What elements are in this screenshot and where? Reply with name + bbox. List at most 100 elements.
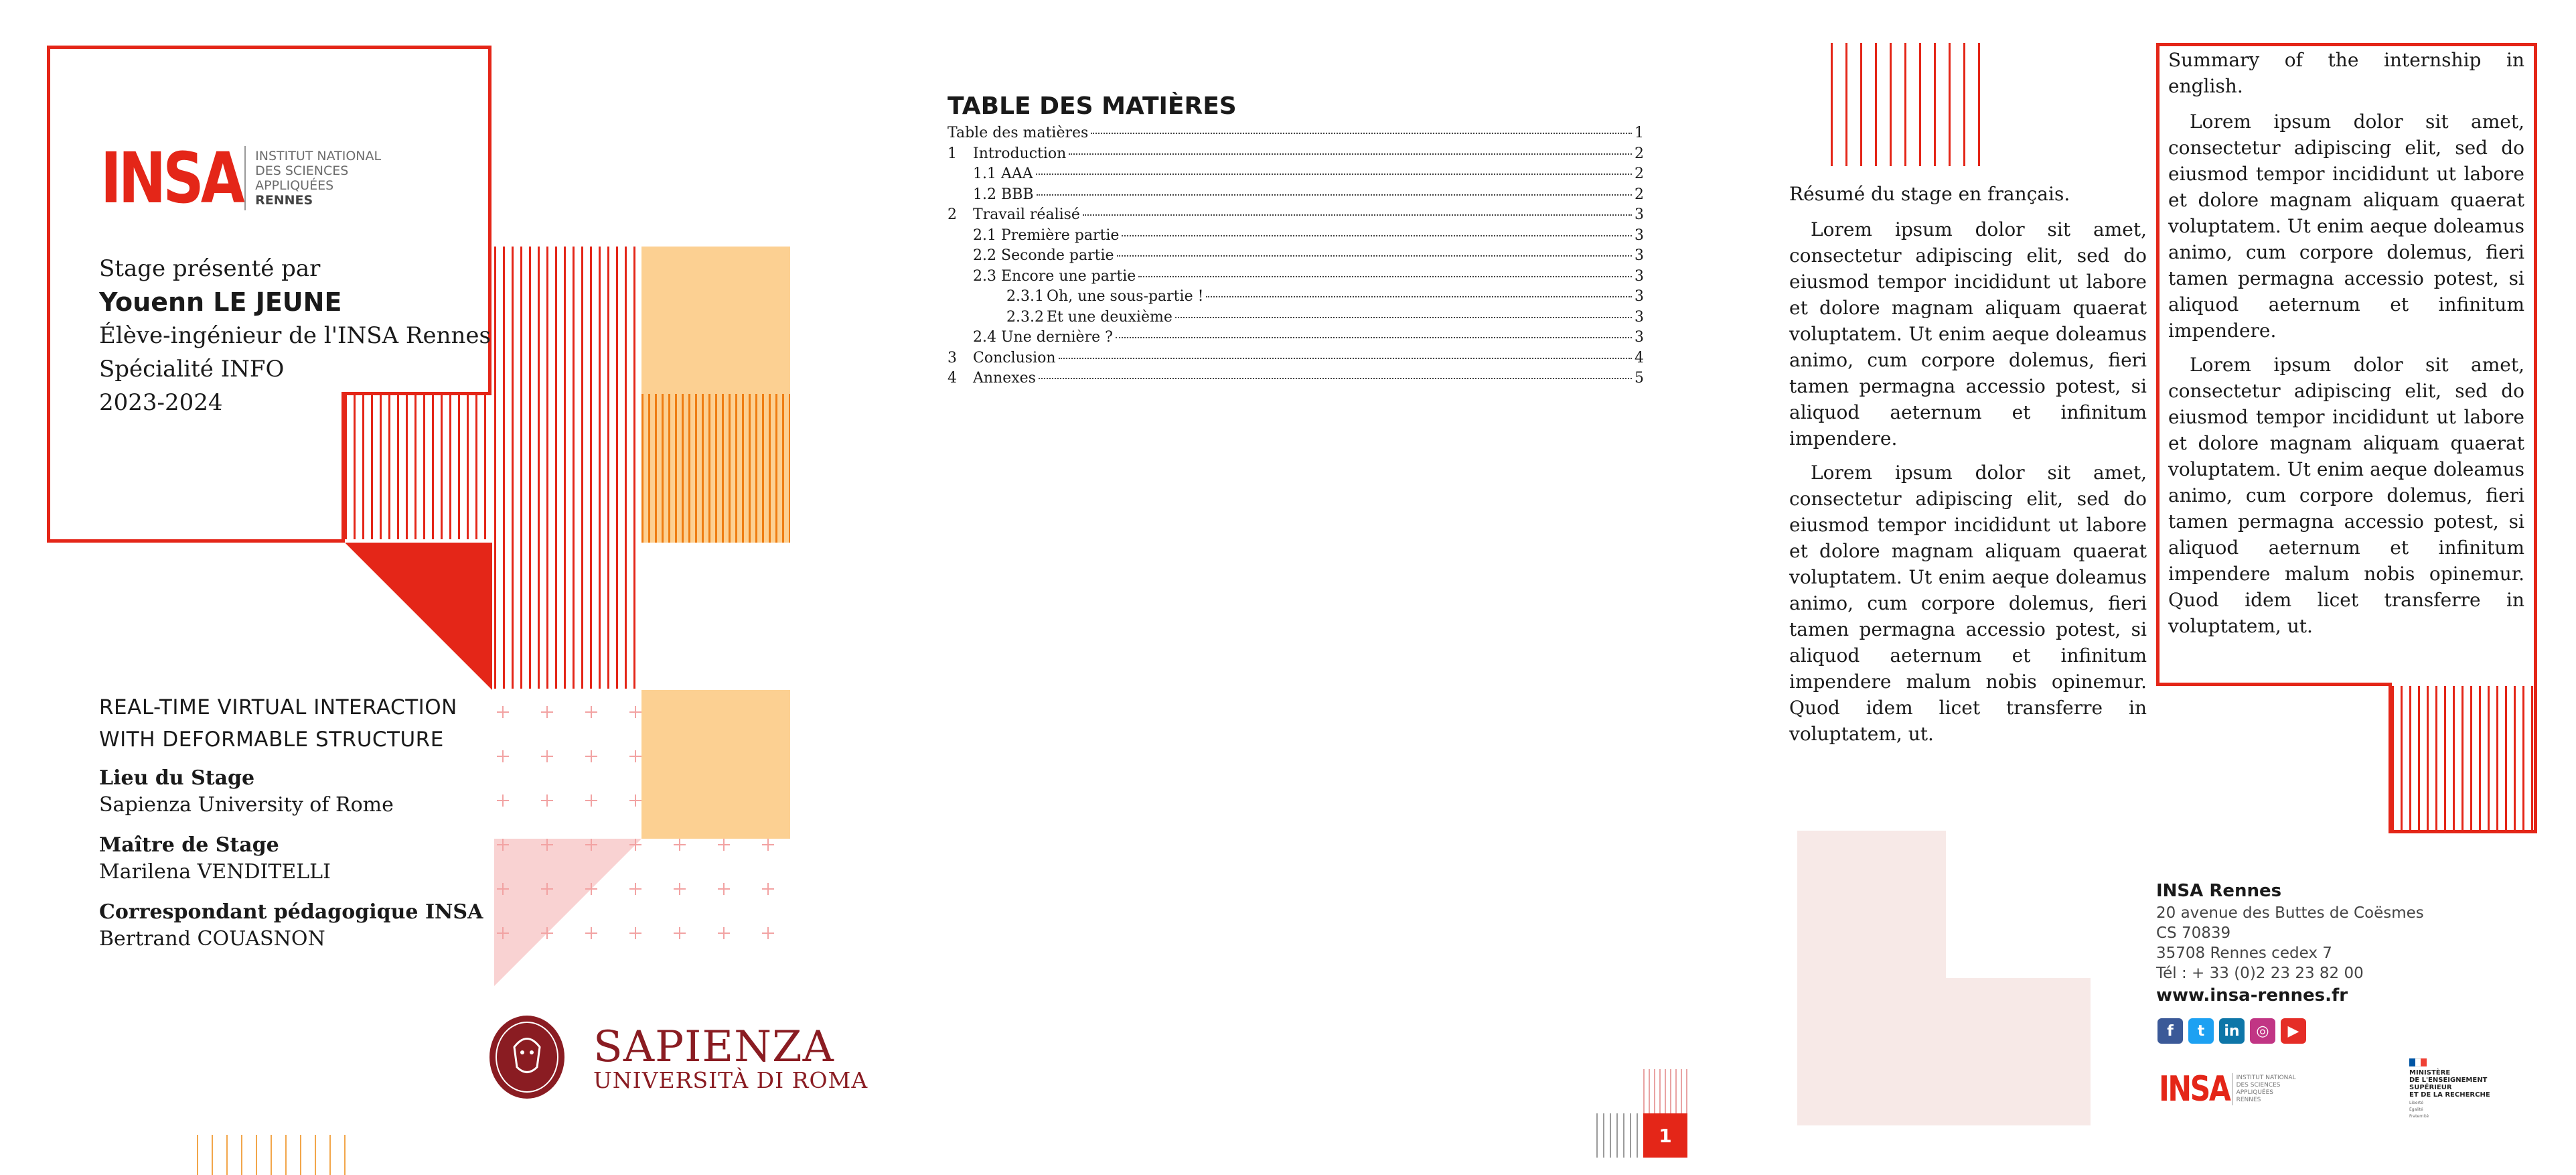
insa-logo-word: INSA bbox=[2159, 1069, 2231, 1109]
plus-mark bbox=[585, 750, 597, 762]
toc-entry[interactable]: 1.1 AAA 2 bbox=[948, 165, 1644, 186]
toc-entry-label: Travail réalisé bbox=[973, 206, 1080, 223]
page-number: 1 bbox=[1643, 1113, 1687, 1158]
plus-mark bbox=[497, 883, 509, 895]
sapienza-seal-icon bbox=[489, 1016, 564, 1099]
blush-block-low bbox=[1946, 978, 2091, 1125]
summary-frame-left bbox=[2156, 43, 2160, 686]
twitter-icon[interactable]: t bbox=[2188, 1018, 2214, 1044]
contact-phone: Tél : + 33 (0)2 23 23 82 00 bbox=[2156, 965, 2364, 982]
plus-mark bbox=[585, 927, 597, 939]
plus-mark bbox=[674, 927, 686, 939]
toc-entry-number: 2.4 bbox=[973, 329, 996, 346]
plus-mark bbox=[629, 839, 641, 851]
toc-dot-leader bbox=[1038, 378, 1632, 379]
toc-entry-label: Seconde partie bbox=[1001, 247, 1114, 264]
plus-mark bbox=[541, 706, 553, 718]
toc-entry-label: AAA bbox=[1001, 165, 1033, 182]
linkedin-icon[interactable]: in bbox=[2219, 1018, 2245, 1044]
resume-paragraph: Lorem ipsum dolor sit amet, consectetur … bbox=[1789, 462, 2147, 745]
toc-entry-number: 2.3.2 bbox=[1006, 308, 1044, 326]
toc-entry-label: Et une deuxième bbox=[1047, 308, 1172, 326]
red-triangle bbox=[345, 543, 492, 690]
contact-website[interactable]: www.insa-rennes.fr bbox=[2156, 983, 2424, 1008]
toc-dot-leader bbox=[1175, 316, 1632, 318]
contact-org: INSA Rennes bbox=[2156, 881, 2282, 901]
toc-entry-label: Une dernière ? bbox=[1001, 329, 1113, 346]
plus-mark bbox=[585, 839, 597, 851]
toc-entry[interactable]: Table des matières 1 bbox=[948, 125, 1644, 145]
toc-dot-leader bbox=[1058, 357, 1632, 359]
toc-entry-page: 3 bbox=[1635, 267, 1644, 285]
plus-mark bbox=[541, 839, 553, 851]
toc-dot-leader bbox=[1069, 153, 1632, 155]
red-stripes-block bbox=[345, 395, 491, 539]
toc-dot-leader bbox=[1091, 133, 1632, 134]
peach-block bbox=[641, 247, 790, 394]
plus-mark bbox=[497, 927, 509, 939]
presentation-block: Stage présenté par Youenn LE JEUNE Élève… bbox=[99, 252, 491, 419]
insa-logo-line: DES SCIENCES bbox=[255, 163, 349, 178]
table-of-contents: Table des matières 1 1 Introduction 2 1.1 AAA 2… bbox=[948, 125, 1644, 391]
project-title-line: WITH DEFORMABLE STRUCTURE bbox=[99, 728, 444, 752]
toc-entry[interactable]: 1 Introduction 2 bbox=[948, 145, 1644, 166]
plus-mark bbox=[585, 706, 597, 718]
toc-entry[interactable]: 2.3.1 Oh, une sous-partie ! 3 bbox=[948, 288, 1644, 309]
toc-entry-page: 3 bbox=[1635, 308, 1644, 326]
toc-entry[interactable]: 3 Conclusion 4 bbox=[948, 350, 1644, 370]
plus-mark bbox=[762, 883, 774, 895]
toc-dot-leader bbox=[1122, 234, 1632, 236]
instagram-icon[interactable]: ◎ bbox=[2250, 1018, 2275, 1044]
summary-paragraph: Lorem ipsum dolor sit amet, consectetur … bbox=[2168, 354, 2524, 637]
toc-entry[interactable]: 1.2 BBB 2 bbox=[948, 186, 1644, 207]
plus-mark bbox=[718, 927, 730, 939]
contact-address: 20 avenue des Buttes de Coësmes bbox=[2156, 904, 2424, 922]
toc-entry-page: 2 bbox=[1635, 145, 1644, 162]
internship-info: Lieu du Stage Sapienza University of Rom… bbox=[99, 765, 483, 953]
toc-entry[interactable]: 4 Annexes 5 bbox=[948, 370, 1644, 391]
toc-dot-leader bbox=[1035, 174, 1632, 175]
sapienza-subtitle: UNIVERSITÀ DI ROMA bbox=[593, 1067, 868, 1093]
youtube-icon[interactable]: ▶ bbox=[2281, 1018, 2306, 1044]
toc-entry-page: 3 bbox=[1635, 288, 1644, 305]
social-links: f t in ◎ ▶ bbox=[2157, 1018, 2306, 1044]
blush-block-tall bbox=[1797, 831, 1946, 1125]
toc-entry-page: 3 bbox=[1635, 226, 1644, 244]
summary-lead: Summary of the internship in english. bbox=[2168, 49, 2524, 97]
toc-entry[interactable]: 2.2 Seconde partie 3 bbox=[948, 247, 1644, 268]
correspondent-label: Correspondant pédagogique INSA bbox=[99, 900, 483, 924]
toc-entry-number: 1.1 bbox=[973, 165, 996, 182]
project-title-line: REAL-TIME VIRTUAL INTERACTION bbox=[99, 695, 457, 719]
toc-entry-number: 3 bbox=[948, 349, 957, 366]
toc-entry-label: Table des matières bbox=[948, 125, 1089, 141]
student-speciality: Spécialité INFO bbox=[99, 356, 285, 383]
pink-stripes-corner bbox=[1643, 1069, 1687, 1113]
toc-entry-number: 2.1 bbox=[973, 226, 996, 244]
toc-entry[interactable]: 2.4 Une dernière ? 3 bbox=[948, 329, 1644, 350]
toc-entry-page: 3 bbox=[1635, 206, 1644, 223]
summary-frame-bottom bbox=[2156, 683, 2392, 686]
plus-mark bbox=[585, 883, 597, 895]
plus-mark bbox=[629, 883, 641, 895]
plus-mark bbox=[497, 794, 509, 807]
toc-entry-number: 1.2 bbox=[973, 186, 996, 203]
toc-entry-page: 3 bbox=[1635, 247, 1644, 264]
toc-entry-page: 1 bbox=[1635, 125, 1644, 141]
plus-mark bbox=[629, 927, 641, 939]
toc-entry-label: Introduction bbox=[973, 145, 1067, 162]
plus-mark bbox=[629, 794, 641, 807]
plus-mark bbox=[541, 927, 553, 939]
plus-mark bbox=[762, 927, 774, 939]
plus-mark bbox=[762, 839, 774, 851]
toc-entry[interactable]: 2.3 Encore une partie 3 bbox=[948, 268, 1644, 289]
toc-entry-number: 2.2 bbox=[973, 247, 996, 264]
toc-dot-leader bbox=[1115, 337, 1632, 338]
toc-entry[interactable]: 2.3.2 Et une deuxième 3 bbox=[948, 309, 1644, 330]
toc-entry[interactable]: 2.1 Première partie 3 bbox=[948, 227, 1644, 248]
summary-en: Summary of the internship in english. Lo… bbox=[2168, 47, 2524, 647]
toc-entry[interactable]: 2 Travail réalisé 3 bbox=[948, 206, 1644, 227]
facebook-icon[interactable]: f bbox=[2157, 1018, 2183, 1044]
contact-block: INSA Rennes 20 avenue des Buttes de Coës… bbox=[2156, 879, 2424, 1008]
toc-entry-label: Oh, une sous-partie ! bbox=[1047, 288, 1204, 305]
toc-dot-leader bbox=[1116, 255, 1632, 257]
